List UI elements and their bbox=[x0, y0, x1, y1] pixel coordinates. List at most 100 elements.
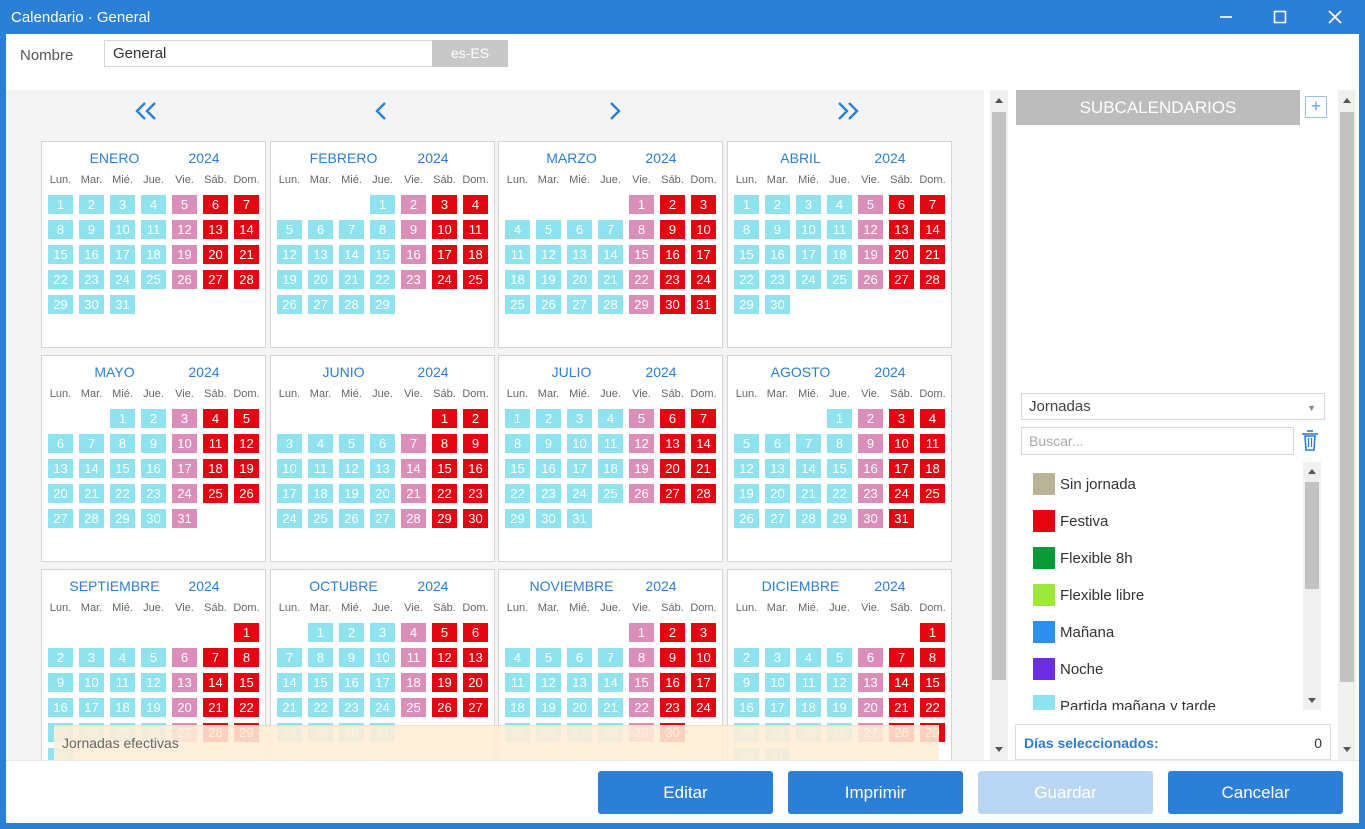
calendar-day[interactable]: 25 bbox=[203, 484, 228, 503]
calendar-day[interactable]: 1 bbox=[48, 195, 73, 214]
calendar-day[interactable]: 3 bbox=[172, 409, 197, 428]
scroll-up-icon[interactable] bbox=[995, 98, 1003, 103]
scroll-down-icon[interactable] bbox=[1308, 698, 1316, 703]
calendar-day[interactable]: 26 bbox=[734, 509, 759, 528]
calendar-day[interactable]: 2 bbox=[48, 648, 73, 667]
calendar-day[interactable]: 17 bbox=[110, 245, 135, 264]
calendar-day[interactable]: 17 bbox=[691, 673, 716, 692]
calendar-day[interactable]: 11 bbox=[920, 434, 945, 453]
calendar-day[interactable]: 2 bbox=[734, 648, 759, 667]
calendar-day[interactable]: 5 bbox=[536, 220, 561, 239]
calendar-day[interactable]: 4 bbox=[110, 648, 135, 667]
calendar-day[interactable]: 18 bbox=[505, 270, 530, 289]
calendar-day[interactable]: 6 bbox=[48, 434, 73, 453]
next-year-button[interactable] bbox=[828, 96, 868, 126]
calendar-day[interactable]: 24 bbox=[796, 270, 821, 289]
calendar-day[interactable]: 15 bbox=[432, 459, 457, 478]
close-icon[interactable] bbox=[1317, 4, 1353, 30]
calendar-day[interactable]: 14 bbox=[598, 245, 623, 264]
scroll-down-icon[interactable] bbox=[1343, 747, 1351, 752]
calendar-day[interactable]: 2 bbox=[463, 409, 488, 428]
calendar-day[interactable]: 21 bbox=[203, 698, 228, 717]
calendar-day[interactable]: 30 bbox=[79, 295, 104, 314]
calendar-day[interactable]: 21 bbox=[277, 698, 302, 717]
calendar-day[interactable]: 17 bbox=[796, 245, 821, 264]
calendar-day[interactable]: 22 bbox=[370, 270, 395, 289]
calendar-day[interactable]: 20 bbox=[858, 698, 883, 717]
calendar-day[interactable]: 8 bbox=[734, 220, 759, 239]
calendar-day[interactable]: 15 bbox=[505, 459, 530, 478]
calendar-day[interactable]: 22 bbox=[505, 484, 530, 503]
calendar-day[interactable]: 8 bbox=[234, 648, 259, 667]
calendar-day[interactable]: 11 bbox=[401, 648, 426, 667]
calendar-day[interactable]: 20 bbox=[172, 698, 197, 717]
calendar-day[interactable]: 29 bbox=[48, 295, 73, 314]
calendar-day[interactable]: 17 bbox=[889, 459, 914, 478]
calendar-day[interactable]: 9 bbox=[660, 648, 685, 667]
legend-item[interactable]: Sin jornada bbox=[1033, 472, 1293, 496]
calendar-day[interactable]: 1 bbox=[234, 623, 259, 642]
calendar-day[interactable]: 3 bbox=[889, 409, 914, 428]
calendar-day[interactable]: 2 bbox=[141, 409, 166, 428]
calendar-day[interactable]: 15 bbox=[920, 673, 945, 692]
calendar-day[interactable]: 20 bbox=[203, 245, 228, 264]
calendar-day[interactable]: 1 bbox=[505, 409, 530, 428]
calendar-day[interactable]: 25 bbox=[827, 270, 852, 289]
calendar-day[interactable]: 4 bbox=[827, 195, 852, 214]
calendar-day[interactable]: 8 bbox=[432, 434, 457, 453]
calendar-day[interactable]: 25 bbox=[463, 270, 488, 289]
calendar-day[interactable]: 24 bbox=[110, 270, 135, 289]
calendar-day[interactable]: 18 bbox=[401, 673, 426, 692]
calendar-day[interactable]: 21 bbox=[691, 459, 716, 478]
calendar-day[interactable]: 5 bbox=[234, 409, 259, 428]
calendar-day[interactable]: 13 bbox=[567, 673, 592, 692]
calendar-day[interactable]: 21 bbox=[598, 698, 623, 717]
calendar-day[interactable]: 12 bbox=[858, 220, 883, 239]
calendar-day[interactable]: 8 bbox=[827, 434, 852, 453]
calendar-day[interactable]: 13 bbox=[858, 673, 883, 692]
calendar-day[interactable]: 1 bbox=[629, 623, 654, 642]
calendar-day[interactable]: 27 bbox=[660, 484, 685, 503]
calendar-day[interactable]: 26 bbox=[432, 698, 457, 717]
calendar-day[interactable]: 17 bbox=[79, 698, 104, 717]
name-input[interactable] bbox=[104, 40, 434, 67]
calendar-day[interactable]: 9 bbox=[660, 220, 685, 239]
legend-item[interactable]: Flexible 8h bbox=[1033, 546, 1293, 570]
calendar-day[interactable]: 22 bbox=[827, 484, 852, 503]
calendar-day[interactable]: 8 bbox=[48, 220, 73, 239]
calendar-day[interactable]: 18 bbox=[110, 698, 135, 717]
calendar-day[interactable]: 26 bbox=[629, 484, 654, 503]
calendar-day[interactable]: 12 bbox=[172, 220, 197, 239]
calendar-day[interactable]: 11 bbox=[308, 459, 333, 478]
calendar-day[interactable]: 23 bbox=[660, 698, 685, 717]
calendar-day[interactable]: 19 bbox=[827, 698, 852, 717]
calendar-day[interactable]: 15 bbox=[370, 245, 395, 264]
calendar-day[interactable]: 2 bbox=[858, 409, 883, 428]
calendar-day[interactable]: 11 bbox=[796, 673, 821, 692]
calendar-day[interactable]: 26 bbox=[858, 270, 883, 289]
calendar-day[interactable]: 14 bbox=[920, 220, 945, 239]
calendar-day[interactable]: 15 bbox=[234, 673, 259, 692]
calendar-day[interactable]: 8 bbox=[370, 220, 395, 239]
calendar-day[interactable]: 15 bbox=[629, 245, 654, 264]
calendar-day[interactable]: 20 bbox=[370, 484, 395, 503]
calendar-day[interactable]: 26 bbox=[536, 295, 561, 314]
calendar-day[interactable]: 7 bbox=[920, 195, 945, 214]
calendar-day[interactable]: 27 bbox=[308, 295, 333, 314]
calendar-day[interactable]: 10 bbox=[370, 648, 395, 667]
calendar-day[interactable]: 1 bbox=[629, 195, 654, 214]
calendar-day[interactable]: 27 bbox=[567, 295, 592, 314]
calendar-day[interactable]: 29 bbox=[432, 509, 457, 528]
calendar-day[interactable]: 6 bbox=[203, 195, 228, 214]
calendar-day[interactable]: 11 bbox=[110, 673, 135, 692]
calendar-day[interactable]: 2 bbox=[79, 195, 104, 214]
calendar-day[interactable]: 15 bbox=[110, 459, 135, 478]
calendar-day[interactable]: 7 bbox=[691, 409, 716, 428]
calendar-day[interactable]: 20 bbox=[48, 484, 73, 503]
calendar-day[interactable]: 27 bbox=[889, 270, 914, 289]
calendar-day[interactable]: 19 bbox=[629, 459, 654, 478]
calendar-day[interactable]: 10 bbox=[172, 434, 197, 453]
calendar-day[interactable]: 14 bbox=[79, 459, 104, 478]
side-panel-scrollbar[interactable] bbox=[1338, 90, 1356, 760]
calendar-day[interactable]: 26 bbox=[172, 270, 197, 289]
